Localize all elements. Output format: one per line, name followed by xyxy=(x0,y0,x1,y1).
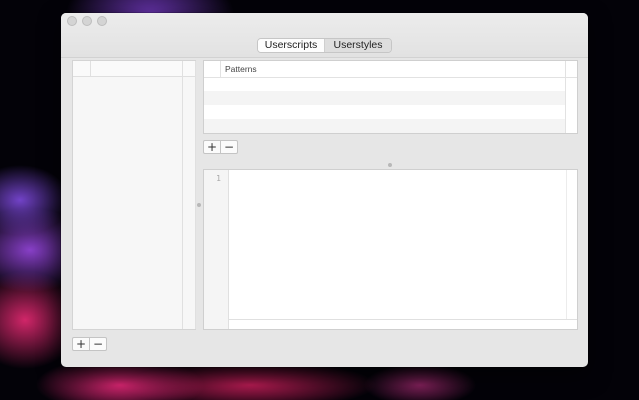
print-margin-line xyxy=(566,170,567,319)
column-divider xyxy=(182,61,183,329)
zoom-window-button[interactable] xyxy=(97,16,107,26)
patterns-add-remove-control: + − xyxy=(203,140,238,154)
line-number: 1 xyxy=(216,174,221,183)
column-divider xyxy=(90,61,91,76)
script-list[interactable] xyxy=(72,60,196,330)
patterns-table[interactable]: Patterns xyxy=(203,60,578,134)
table-row[interactable] xyxy=(204,105,565,119)
app-window: Userscripts Userstyles Patterns + − 1 + xyxy=(61,13,588,367)
column-divider xyxy=(565,61,566,133)
remove-script-button[interactable]: − xyxy=(89,338,106,350)
code-editor[interactable]: 1 xyxy=(203,169,578,330)
tab-userstyles[interactable]: Userstyles xyxy=(325,39,391,52)
script-list-header xyxy=(73,61,195,77)
add-pattern-button[interactable]: + xyxy=(204,141,220,153)
patterns-table-header: Patterns xyxy=(204,61,577,78)
table-row[interactable] xyxy=(204,91,565,105)
close-window-button[interactable] xyxy=(67,16,77,26)
title-bar: Userscripts Userstyles xyxy=(61,13,588,58)
table-row[interactable] xyxy=(204,77,565,91)
mode-segmented-control: Userscripts Userstyles xyxy=(257,38,392,53)
table-row[interactable] xyxy=(204,119,565,133)
line-number-gutter: 1 xyxy=(204,170,229,329)
remove-pattern-button[interactable]: − xyxy=(220,141,237,153)
column-divider xyxy=(195,61,196,329)
scripts-add-remove-control: + − xyxy=(72,337,107,351)
tab-userscripts[interactable]: Userscripts xyxy=(258,39,325,52)
horizontal-split-handle[interactable] xyxy=(388,163,392,167)
add-script-button[interactable]: + xyxy=(73,338,89,350)
column-divider xyxy=(220,61,221,77)
editor-bottom-edge xyxy=(228,319,577,320)
minimize-window-button[interactable] xyxy=(82,16,92,26)
patterns-column-header[interactable]: Patterns xyxy=(225,64,257,74)
vertical-split-handle[interactable] xyxy=(197,203,201,207)
